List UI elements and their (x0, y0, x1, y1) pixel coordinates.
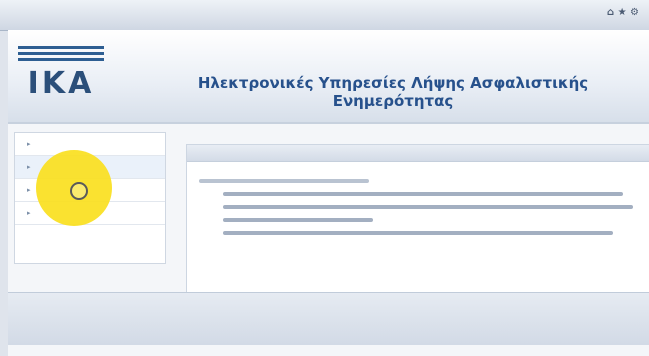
ika-logo[interactable]: IKA (18, 46, 104, 104)
site-header: IKA Ηλεκτρονικές Υπηρεσίες Λήψης Ασφαλισ… (8, 30, 649, 124)
mouse-cursor-icon (70, 182, 88, 200)
page-heading: Ηλεκτρονικές Υπηρεσίες Λήψης Ασφαλιστική… (197, 74, 589, 110)
site-footer (8, 292, 649, 345)
browser-title-bar: ⌂ ★ ⚙ (0, 0, 649, 31)
panel-header (187, 145, 649, 162)
content-panel (186, 144, 649, 296)
logo-text: IKA (27, 66, 95, 101)
window-controls[interactable]: ⌂ ★ ⚙ (607, 7, 639, 18)
panel-text (199, 179, 639, 244)
